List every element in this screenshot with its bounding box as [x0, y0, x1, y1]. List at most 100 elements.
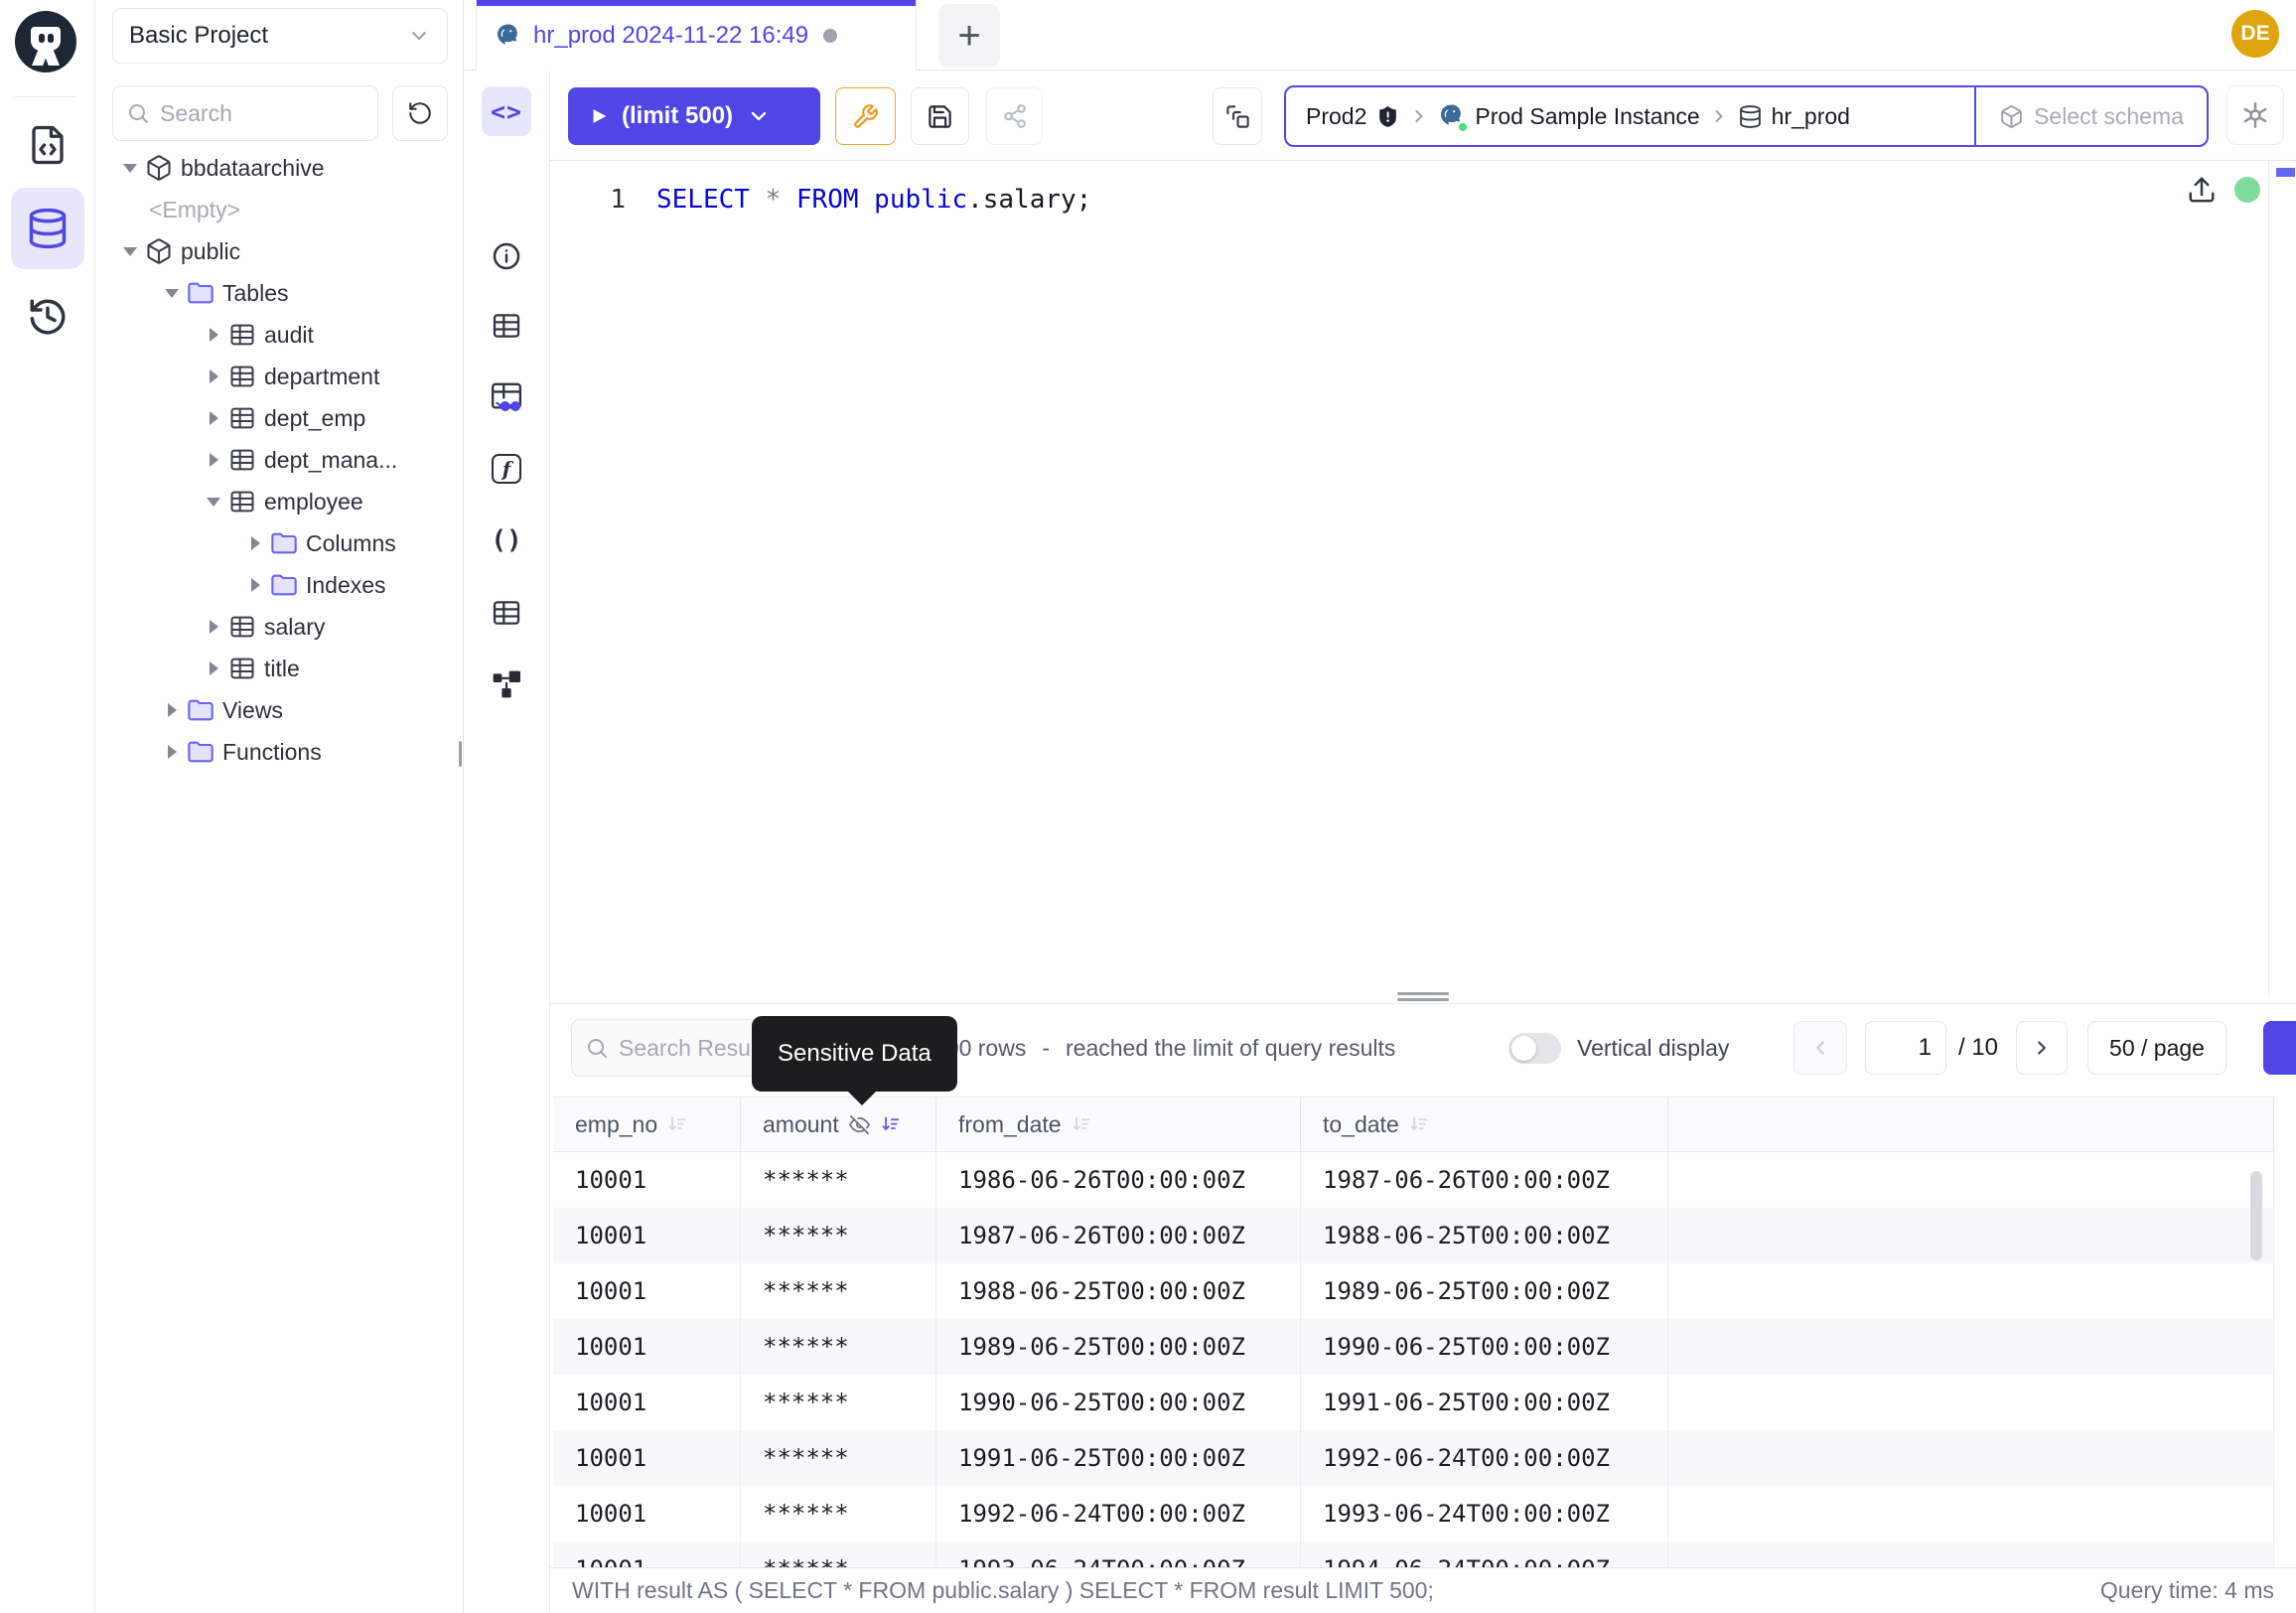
- new-tab-button[interactable]: +: [938, 4, 1000, 68]
- next-page-button[interactable]: [2016, 1021, 2068, 1075]
- postgresql-instance-icon: [1438, 102, 1466, 130]
- column-header-emp_no[interactable]: emp_no: [553, 1098, 741, 1151]
- results-scrollbar-thumb[interactable]: [2250, 1171, 2262, 1260]
- refresh-schema-button[interactable]: [392, 85, 448, 141]
- chevron-down-icon[interactable]: [203, 498, 224, 507]
- status-bar: WITH result AS ( SELECT * FROM public.sa…: [550, 1567, 2296, 1613]
- schema-selector[interactable]: Select schema: [1974, 87, 2207, 145]
- wrench-button[interactable]: [835, 87, 896, 145]
- table-row[interactable]: 10001******1986-06-26T00:00:00Z1987-06-2…: [553, 1152, 2274, 1208]
- functions-panel-button[interactable]: f: [482, 444, 531, 494]
- chevron-right-icon[interactable]: [244, 578, 266, 592]
- chevron-right-icon[interactable]: [203, 369, 224, 383]
- chevron-right-icon[interactable]: [203, 453, 224, 467]
- external-tables-panel-button[interactable]: [482, 588, 531, 638]
- chevron-down-icon[interactable]: [161, 289, 183, 298]
- openai-icon: [2240, 100, 2270, 130]
- table-row[interactable]: 10001******1992-06-24T00:00:00Z1993-06-2…: [553, 1486, 2274, 1541]
- tree-item-label: employee: [264, 489, 363, 515]
- run-query-button[interactable]: (limit 500): [568, 87, 820, 145]
- tree-item-salary[interactable]: salary: [95, 606, 463, 648]
- page-number-input[interactable]: [1865, 1021, 1946, 1075]
- sort-icon[interactable]: [1408, 1114, 1429, 1135]
- sensitive-data-panel-button[interactable]: [482, 372, 531, 422]
- table-row[interactable]: 10001******1989-06-25T00:00:00Z1990-06-2…: [553, 1319, 2274, 1375]
- sort-icon[interactable]: [1071, 1114, 1091, 1135]
- column-header-amount[interactable]: amount: [741, 1098, 936, 1151]
- column-header-from_date[interactable]: from_date: [936, 1098, 1301, 1151]
- chevron-right-icon: [2031, 1037, 2053, 1059]
- table-row[interactable]: 10001******1993-06-24T00:00:00Z1994-06-2…: [553, 1541, 2274, 1568]
- save-button[interactable]: [911, 87, 969, 145]
- chevron-right-icon[interactable]: [203, 411, 224, 425]
- chevron-right-icon[interactable]: [203, 661, 224, 675]
- tree-item-public[interactable]: public: [95, 230, 463, 272]
- history-rail-button[interactable]: [24, 293, 72, 341]
- tree-item-columns[interactable]: Columns: [95, 522, 463, 564]
- bytebase-logo-icon[interactable]: [14, 10, 77, 73]
- tree-item-employee[interactable]: employee: [95, 481, 463, 522]
- upload-icon[interactable]: [2187, 175, 2217, 205]
- tree-item-empty[interactable]: <Empty>: [95, 189, 463, 230]
- tree-item-audit[interactable]: audit: [95, 314, 463, 356]
- tree-item-label: Functions: [222, 739, 322, 766]
- page-size-selector[interactable]: 50 / page: [2087, 1021, 2226, 1075]
- database-cylinder-icon: [1738, 104, 1763, 129]
- column-name: emp_no: [575, 1111, 657, 1138]
- schema-diagram-button[interactable]: [482, 660, 531, 709]
- tree-item-department[interactable]: department: [95, 356, 463, 397]
- procedures-panel-button[interactable]: (): [482, 515, 531, 565]
- tab-label: hr_prod 2024-11-22 16:49: [533, 22, 808, 50]
- previous-page-button[interactable]: [1794, 1021, 1847, 1075]
- database-rail-button[interactable]: [11, 188, 84, 269]
- tree-item-functions[interactable]: Functions: [95, 731, 463, 773]
- share-button[interactable]: [986, 87, 1043, 145]
- vertical-display-toggle[interactable]: [1508, 1033, 1561, 1064]
- project-selector[interactable]: Basic Project: [112, 8, 448, 64]
- tree-item-indexes[interactable]: Indexes: [95, 564, 463, 606]
- editor-results-splitter[interactable]: [550, 989, 2296, 1003]
- chevron-right-icon[interactable]: [244, 536, 266, 550]
- column-header-to_date[interactable]: to_date: [1301, 1098, 1668, 1151]
- tree-item-dept-manager[interactable]: dept_mana...: [95, 439, 463, 481]
- table-row[interactable]: 10001******1988-06-25T00:00:00Z1989-06-2…: [553, 1263, 2274, 1319]
- code-token: public: [874, 185, 967, 215]
- code-panel-button[interactable]: <>: [482, 86, 531, 136]
- tree-item-dept-emp[interactable]: dept_emp: [95, 397, 463, 439]
- connection-selector[interactable]: Prod2 Prod Sample Instance hr_prod: [1286, 102, 1974, 130]
- chevron-down-icon[interactable]: [119, 247, 141, 256]
- chevron-right-icon[interactable]: [161, 745, 183, 759]
- sql-code-editor[interactable]: 1 SELECT * FROM public.salary;: [550, 161, 2296, 996]
- table-row[interactable]: 10001******1991-06-25T00:00:00Z1992-06-2…: [553, 1430, 2274, 1486]
- panel-action-button[interactable]: [2263, 1021, 2296, 1075]
- tables-panel-button[interactable]: [482, 301, 531, 351]
- chevron-right-icon[interactable]: [203, 620, 224, 634]
- connection-status-dot: [2234, 177, 2260, 203]
- chevron-down-icon[interactable]: [747, 104, 771, 128]
- sort-icon[interactable]: [666, 1114, 687, 1135]
- tree-item-title[interactable]: title: [95, 648, 463, 689]
- table-row[interactable]: 10001******1987-06-26T00:00:00Z1988-06-2…: [553, 1208, 2274, 1263]
- search-icon: [585, 1036, 609, 1060]
- sort-icon[interactable]: [880, 1114, 901, 1135]
- user-avatar[interactable]: DE: [2231, 10, 2279, 58]
- results-search-input[interactable]: Search Results: [571, 1019, 899, 1077]
- tree-item-bbdataarchive[interactable]: bbdataarchive: [95, 147, 463, 189]
- wrench-icon: [852, 103, 879, 130]
- tab-hr-prod[interactable]: hr_prod 2024-11-22 16:49: [476, 0, 917, 71]
- tree-item-views[interactable]: Views: [95, 689, 463, 731]
- table-cell: 10001: [553, 1208, 741, 1263]
- tree-item-tables[interactable]: Tables: [95, 272, 463, 314]
- chevron-down-icon[interactable]: [119, 164, 141, 173]
- batch-query-button[interactable]: [1213, 87, 1262, 145]
- environment-label: Prod2: [1306, 103, 1366, 130]
- chevron-right-icon[interactable]: [161, 703, 183, 717]
- table-row[interactable]: 10001******1990-06-25T00:00:00Z1991-06-2…: [553, 1375, 2274, 1430]
- ai-assistant-button[interactable]: [2226, 85, 2284, 145]
- table-cell: 10001: [553, 1430, 741, 1486]
- eye-off-icon[interactable]: [848, 1113, 871, 1136]
- worksheet-rail-button[interactable]: [24, 121, 72, 169]
- sidebar-search-input[interactable]: Search: [112, 85, 378, 141]
- info-panel-button[interactable]: [482, 231, 531, 281]
- chevron-right-icon[interactable]: [203, 328, 224, 342]
